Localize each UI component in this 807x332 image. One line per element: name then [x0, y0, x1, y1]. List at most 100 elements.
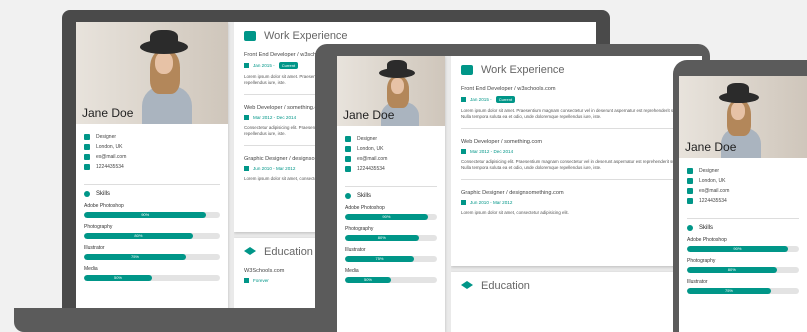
profile-photo: Jane Doe [337, 56, 445, 126]
skills-heading: Skills [76, 191, 228, 197]
calendar-icon [461, 200, 466, 205]
envelope-icon [687, 188, 693, 194]
profile-sidebar: Jane Doe Designer London, UK ex@mail.com… [337, 56, 445, 332]
asterisk-icon [687, 225, 693, 231]
education-card: Education [451, 272, 702, 332]
skill-item: Photography 80% [679, 258, 807, 273]
skill-bar: 75% [84, 254, 220, 260]
info-phone-text: 1224435534 [699, 198, 727, 204]
info-location-text: London, UK [357, 146, 384, 152]
skill-name: Media [84, 266, 98, 272]
profile-sidebar: Jane Doe Designer London, UK ex@mail.com… [679, 76, 807, 332]
work-title: Work Experience [461, 64, 692, 76]
home-icon [687, 178, 693, 184]
skill-bar: 90% [345, 214, 437, 220]
home-icon [345, 146, 351, 152]
job-description: Consectetur adipisicing elit. Praesentiu… [461, 159, 687, 170]
divider [461, 128, 692, 129]
asterisk-icon [345, 193, 351, 199]
contact-info: Designer London, UK ex@mail.com 12244355… [337, 126, 445, 180]
skill-bar: 75% [345, 256, 437, 262]
info-title-text: Designer [357, 136, 378, 142]
job-date-text: Jun 2010 - Mar 2012 [253, 166, 296, 171]
job-entry: Front End Developer / w3schools.com Jan … [461, 86, 692, 129]
job-date: Mar 2012 - Dec 2014 [461, 149, 692, 154]
skill-fill: 75% [687, 288, 771, 294]
device-mockup-stage: Jane Doe Designer London, UK ex@mail.com… [0, 0, 807, 332]
info-location: London, UK [345, 146, 437, 152]
profile-name: Jane Doe [82, 106, 134, 120]
home-icon [84, 144, 90, 150]
skill-item: Adobe Photoshop 90% [76, 203, 228, 218]
info-email: ex@mail.com [687, 188, 799, 194]
skill-bar: 90% [687, 246, 799, 252]
skill-fill: 90% [687, 246, 788, 252]
skills-heading-text: Skills [357, 193, 372, 199]
job-date-text: Jan 2015 - [470, 97, 492, 102]
profile-name: Jane Doe [685, 140, 737, 154]
skill-name: Photography [345, 226, 374, 232]
work-title-text: Work Experience [481, 64, 565, 76]
info-email-text[interactable]: ex@mail.com [96, 154, 126, 160]
calendar-icon [461, 149, 466, 154]
phone-icon [84, 164, 90, 170]
profile-photo: Jane Doe [76, 22, 228, 124]
job-date-text: Jun 2010 - Mar 2012 [470, 200, 513, 205]
info-email: ex@mail.com [345, 156, 437, 162]
skill-fill: 90% [345, 214, 428, 220]
skill-item: Illustrator 75% [76, 245, 228, 260]
job-description: Lorem ipsum dolor sit amet. Praesentium … [461, 108, 688, 119]
tablet-screen: Jane Doe Designer London, UK ex@mail.com… [337, 56, 702, 332]
info-email-text[interactable]: ex@mail.com [699, 188, 729, 194]
info-title-text: Designer [699, 168, 720, 174]
info-email-text[interactable]: ex@mail.com [357, 156, 387, 162]
envelope-icon [84, 154, 90, 160]
divider [345, 186, 437, 187]
skill-fill: 50% [345, 277, 391, 283]
job-title: Web Developer / something.com [461, 139, 543, 145]
info-phone-text: 1224435534 [96, 164, 124, 170]
job-date-text: Jan 2015 - [253, 63, 275, 68]
skill-bar: 90% [84, 212, 220, 218]
skill-name: Illustrator [84, 245, 105, 251]
job-entry: Graphic Designer / designsomething.com J… [461, 190, 692, 216]
job-date-text: Mar 2012 - Dec 2014 [253, 115, 297, 120]
contact-info: Designer London, UK ex@mail.com 12244355… [76, 124, 228, 178]
asterisk-icon [84, 191, 90, 197]
calendar-icon [244, 166, 249, 171]
skill-name: Illustrator [687, 279, 708, 285]
info-location-text: London, UK [699, 178, 726, 184]
skill-item: Photography 80% [337, 226, 445, 241]
phone-icon [687, 198, 693, 204]
job-date-text: Mar 2012 - Dec 2014 [470, 149, 514, 154]
profile-name: Jane Doe [343, 108, 395, 122]
graduation-cap-icon [244, 247, 256, 255]
phone-screen: Jane Doe Designer London, UK ex@mail.com… [679, 76, 807, 332]
info-phone: 1224435534 [84, 164, 220, 170]
education-title-text: Education [481, 280, 530, 292]
divider [84, 184, 220, 185]
school-period-text: Forever [253, 278, 269, 283]
calendar-icon [244, 278, 249, 283]
education-title-text: Education [264, 246, 313, 258]
skill-item: Adobe Photoshop 90% [337, 205, 445, 220]
current-badge: Current [495, 96, 516, 103]
briefcase-icon [345, 136, 351, 142]
info-location: London, UK [687, 178, 799, 184]
skill-item: Photography 80% [76, 224, 228, 239]
skill-name: Media [345, 268, 359, 274]
skill-fill: 80% [84, 233, 193, 239]
skill-fill: 80% [345, 235, 419, 241]
tablet-cv: Jane Doe Designer London, UK ex@mail.com… [337, 56, 702, 332]
skill-bar: 80% [345, 235, 437, 241]
info-email: ex@mail.com [84, 154, 220, 160]
briefcase-icon [687, 168, 693, 174]
info-title: Designer [345, 136, 437, 142]
skill-fill: 75% [345, 256, 414, 262]
info-phone: 1224435534 [345, 166, 437, 172]
work-title: Work Experience [244, 30, 586, 42]
skill-item: Media 50% [337, 268, 445, 283]
contact-info: Designer London, UK ex@mail.com 12244355… [679, 158, 807, 212]
education-title: Education [461, 280, 692, 292]
skill-fill: 75% [84, 254, 186, 260]
